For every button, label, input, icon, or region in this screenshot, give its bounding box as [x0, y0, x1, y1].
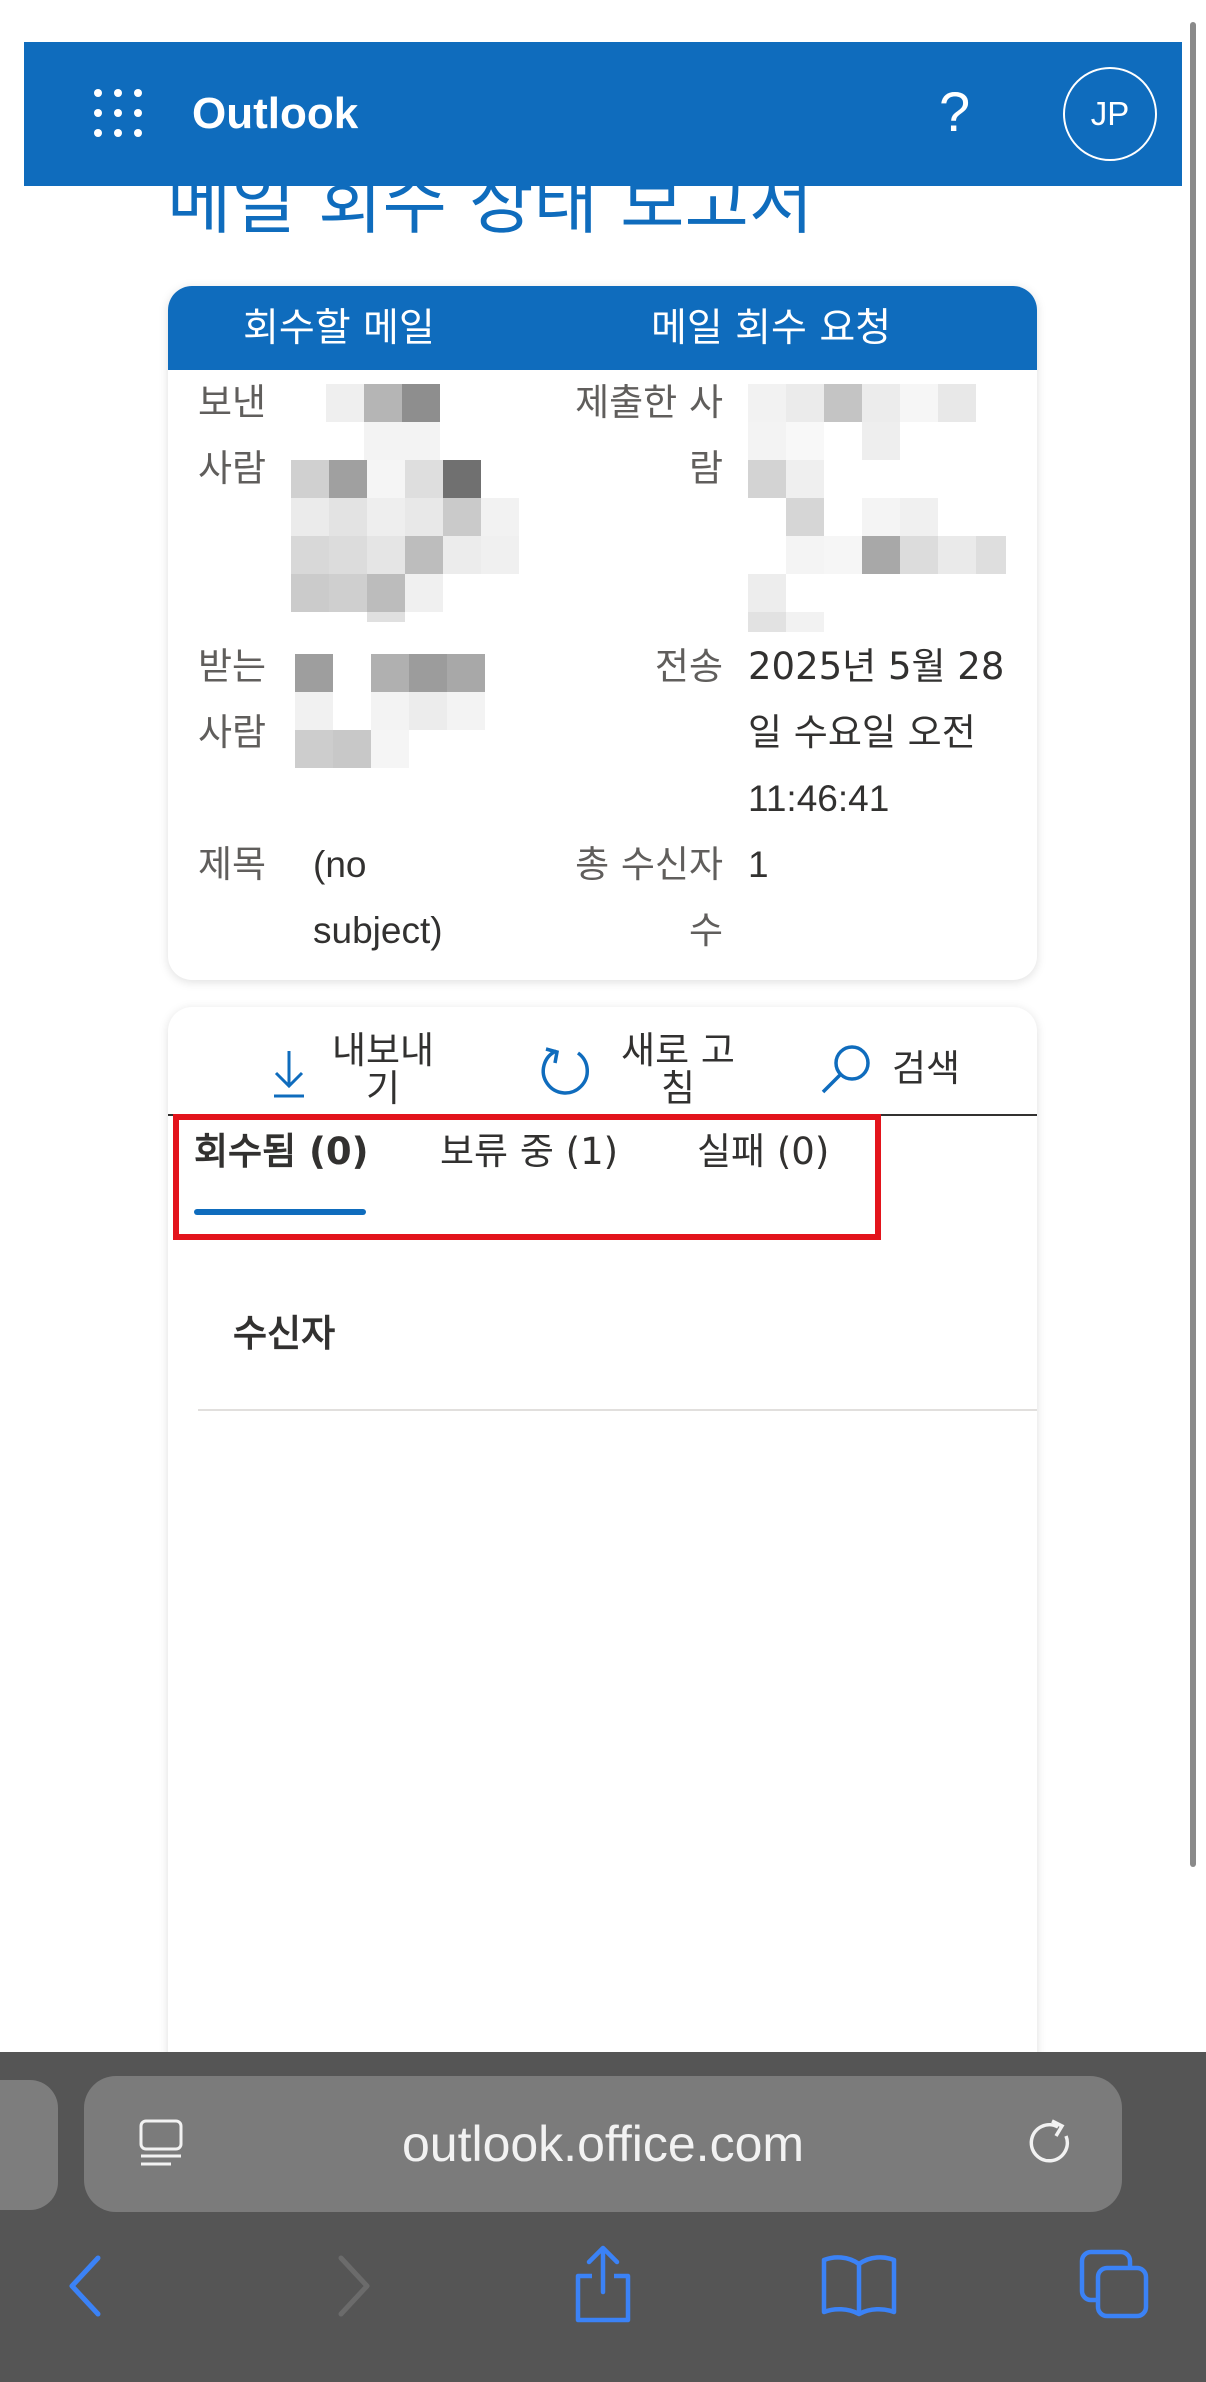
- previous-tab-preview[interactable]: [0, 2080, 58, 2210]
- app-launcher-icon[interactable]: [94, 89, 142, 137]
- back-icon[interactable]: [62, 2252, 112, 2322]
- export-button[interactable]: 내보내 기: [268, 1029, 438, 1109]
- app-name[interactable]: Outlook: [192, 86, 358, 142]
- sent-label: 전송: [654, 645, 723, 688]
- app-header: Outlook ? JP: [24, 42, 1182, 186]
- recipient-column-header[interactable]: 수신자: [233, 1309, 335, 1359]
- url-text: outlook.office.com: [401, 2116, 805, 2172]
- recall-request-heading: 메일 회수 요청: [651, 306, 892, 351]
- table-header-divider: [198, 1409, 1037, 1411]
- sender-label-line2: 사람: [198, 447, 267, 490]
- highlight-box: [173, 1114, 881, 1240]
- search-icon: [821, 1045, 870, 1094]
- refresh-label-line2: 침: [660, 1067, 696, 1110]
- scrollbar[interactable]: [1190, 22, 1196, 1867]
- summary-card-header: 회수할 메일 메일 회수 요청: [168, 286, 1037, 370]
- share-icon[interactable]: [570, 2244, 636, 2324]
- export-label: 내보내: [331, 1029, 435, 1072]
- browser-toolbar: outlook.office.com: [0, 2052, 1206, 2382]
- address-bar[interactable]: outlook.office.com: [84, 2076, 1122, 2212]
- search-label: 검색: [892, 1047, 961, 1090]
- total-recipients-label-line2: 수: [688, 909, 723, 952]
- forward-icon: [338, 2255, 370, 2317]
- sent-value-line2: 일 수요일 오전: [748, 711, 976, 754]
- download-icon: [274, 1051, 304, 1098]
- tabs-icon[interactable]: [1078, 2248, 1152, 2322]
- sent-value: 2025년 5월 28: [748, 645, 1005, 688]
- subject-value: (no: [313, 844, 367, 885]
- recipient-label: 받는: [198, 645, 267, 688]
- submitter-label: 제출한 사: [575, 381, 723, 424]
- recipient-value-redacted: [295, 654, 495, 774]
- total-recipients-label: 총 수신자: [575, 843, 723, 886]
- submitter-label-line2: 람: [688, 447, 723, 490]
- search-button[interactable]: 검색: [820, 1037, 1020, 1101]
- recall-summary-card: 회수할 메일 메일 회수 요청 보낸 사람 제출한 사 람 받는 사람 전송 2…: [168, 286, 1037, 980]
- total-recipients-value: 1: [748, 844, 769, 885]
- sent-value-line3: 11:46:41: [748, 778, 890, 819]
- subject-label: 제목: [198, 843, 267, 886]
- recipient-label-line2: 사람: [198, 711, 267, 754]
- refresh-button[interactable]: 새로 고 침: [538, 1029, 748, 1109]
- sender-label: 보낸: [198, 381, 267, 424]
- subject-value-line2: subject): [313, 910, 443, 951]
- submitter-value-redacted: [748, 384, 1013, 636]
- bookmarks-icon[interactable]: [820, 2252, 898, 2318]
- refresh-icon: [541, 1047, 589, 1095]
- avatar[interactable]: JP: [1063, 67, 1157, 161]
- refresh-label: 새로 고: [621, 1029, 735, 1072]
- reload-icon[interactable]: [1022, 2116, 1078, 2172]
- message-to-recall-heading: 회수할 메일: [243, 306, 435, 351]
- help-button[interactable]: ?: [939, 80, 970, 144]
- export-label-line2: 기: [365, 1067, 401, 1110]
